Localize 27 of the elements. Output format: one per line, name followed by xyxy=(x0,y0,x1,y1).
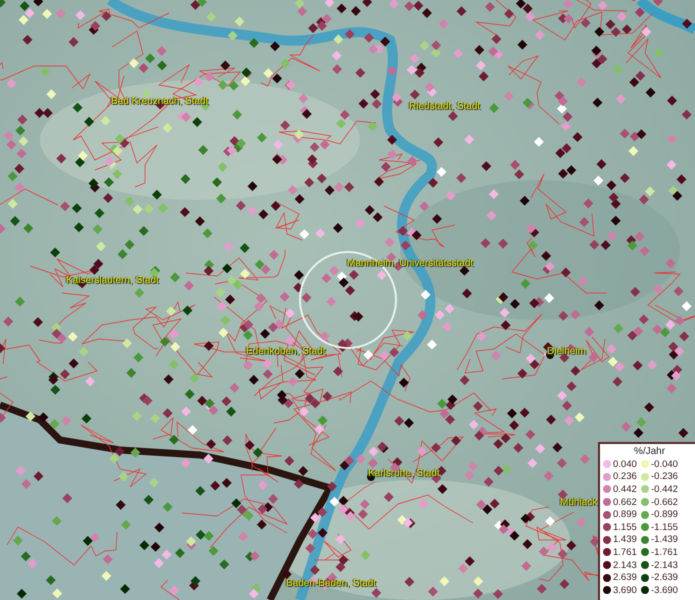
legend-value: -0.236 xyxy=(651,471,679,482)
legend-value: 0.236 xyxy=(613,471,638,482)
legend-title: %/Jahr xyxy=(632,446,666,458)
legend-value: -0.442 xyxy=(651,484,679,495)
legend-value: 0.662 xyxy=(613,496,638,508)
legend-value: -0.040 xyxy=(651,458,679,470)
legend-value: -3.690 xyxy=(651,584,679,596)
legend-value: 0.899 xyxy=(613,509,638,520)
legend-value: -1.439 xyxy=(651,534,679,546)
legend-value: -2.639 xyxy=(651,572,679,584)
legend-value: 2.639 xyxy=(613,572,638,584)
legend-value: -0.899 xyxy=(651,509,679,520)
legend-value: 0.442 xyxy=(613,484,638,495)
legend-value: -1.155 xyxy=(651,522,679,533)
place-label: Mannheim, Universitätsstadt xyxy=(347,258,474,270)
legend-value: 0.040 xyxy=(613,458,638,470)
place-label: Baden-Baden, Stadt xyxy=(286,578,376,590)
place-label: Riedstadt, Stadt xyxy=(409,101,480,113)
place-label: Mühlack xyxy=(560,497,598,509)
legend-value: 2.143 xyxy=(613,560,638,571)
legend-value: 1.761 xyxy=(613,546,638,558)
legend-value: 3.690 xyxy=(613,584,638,596)
legend-value: -2.143 xyxy=(651,560,679,571)
legend-value: -1.761 xyxy=(651,546,679,558)
legend-value: 1.439 xyxy=(613,534,638,546)
legend-value: 1.155 xyxy=(613,522,638,533)
legend-value: -0.662 xyxy=(651,496,679,508)
